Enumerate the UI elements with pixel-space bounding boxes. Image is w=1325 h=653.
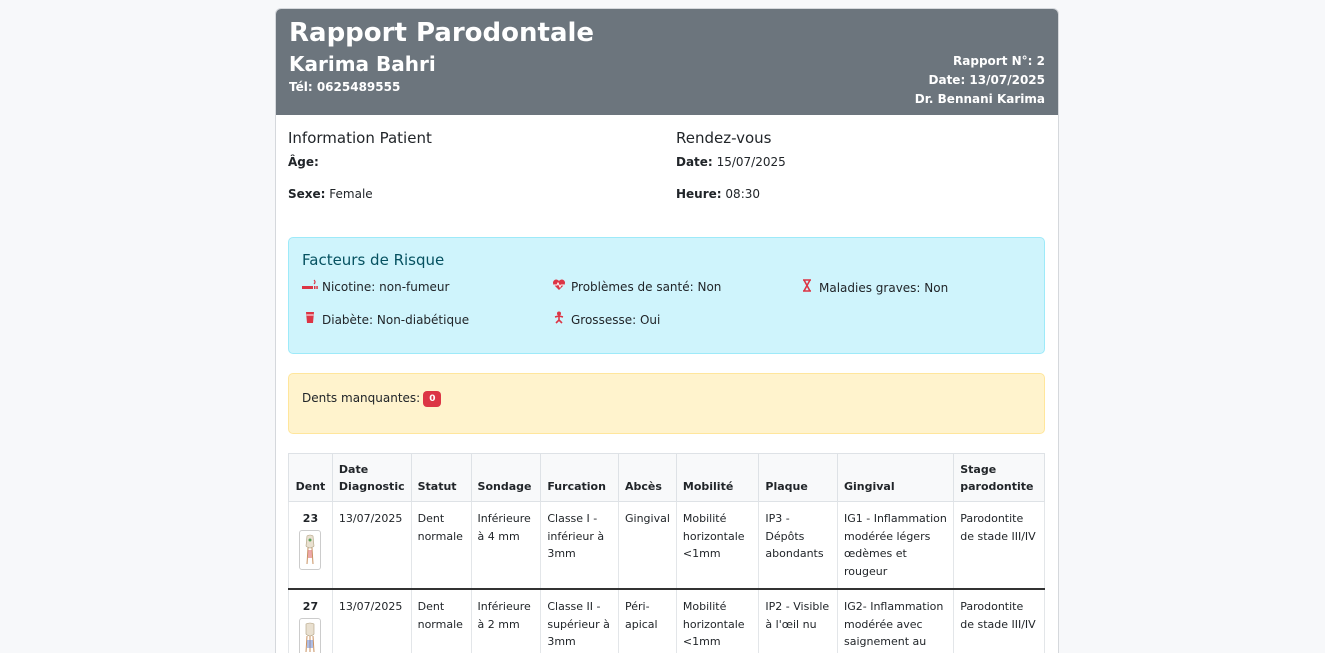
report-title: Rapport Parodontale [289, 18, 595, 48]
report-card: Rapport Parodontale Karima Bahri Tél: 06… [275, 8, 1059, 653]
col-header-mobilite: Mobilité [675, 453, 760, 502]
table-row: 23 13/07/2025 Dent normale Inférieure à … [288, 501, 1045, 590]
tooth-number: 27 [302, 600, 319, 613]
missing-teeth-row: Dents manquantes: 0 [302, 391, 442, 407]
report-number: Rapport N°: 2 [953, 54, 1045, 68]
risk-health: Problèmes de santé: Non [551, 279, 721, 295]
report-header: Rapport Parodontale Karima Bahri Tél: 06… [276, 9, 1058, 115]
sex-value: Female [329, 187, 373, 201]
cell-mobilite: Mobilité horizontale <1mm [675, 501, 760, 590]
cell-dent: 23 [288, 501, 333, 590]
col-header-sondage: Sondage [470, 453, 542, 502]
cell-gingival: IG2- Inflammation modérée avec saignemen… [836, 588, 955, 653]
cell-gingival: IG1 - Inflammation modérée légers œdèmes… [836, 501, 955, 590]
risk-factors-title: Facteurs de Risque [302, 251, 445, 269]
appointment-time: Heure: 08:30 [676, 187, 760, 201]
risk-factors-panel: Facteurs de Risque Nicotine: non-fumeur … [288, 237, 1045, 354]
patient-age: Âge: [288, 155, 319, 169]
missing-teeth-label: Dents manquantes: [302, 391, 421, 405]
report-date: Date: 13/07/2025 [928, 73, 1045, 87]
patient-sex: Sexe: Female [288, 187, 373, 201]
heart-pulse-icon [551, 279, 567, 295]
patient-info-title: Information Patient [288, 129, 432, 147]
cell-furcation: Classe II - supérieur à 3mm [540, 588, 619, 653]
cell-statut: Dent normale [410, 588, 472, 653]
appointment-title: Rendez-vous [676, 129, 772, 147]
report-meta: Rapport N°: 2 Date: 13/07/2025 Dr. Benna… [915, 52, 1045, 109]
tooth-image-icon[interactable] [299, 617, 322, 653]
cell-date: 13/07/2025 [331, 588, 412, 653]
cell-date: 13/07/2025 [331, 501, 412, 590]
teeth-table: Dent Date Diagnostic Statut Sondage Furc… [288, 453, 1045, 653]
cell-plaque: IP3 - Dépôts abondants [758, 501, 838, 590]
col-header-furcation: Furcation [540, 453, 619, 502]
glass-icon [302, 311, 318, 328]
cell-furcation: Classe I - inférieur à 3mm [540, 501, 619, 590]
risk-pregnancy: Grossesse: Oui [551, 311, 660, 328]
table-header-row: Dent Date Diagnostic Statut Sondage Furc… [288, 453, 1045, 502]
col-header-abces: Abcès [617, 453, 677, 502]
cell-abces: Péri-apical [617, 588, 677, 653]
missing-teeth-count-badge: 0 [423, 391, 442, 407]
cell-dent: 27 [288, 588, 333, 653]
pregnancy-icon [551, 311, 567, 328]
missing-teeth-panel: Dents manquantes: 0 [288, 373, 1045, 434]
appointment-date-value: 15/07/2025 [716, 155, 786, 169]
hourglass-icon [799, 279, 815, 296]
appointment-time-label: Heure: [676, 187, 722, 201]
age-label: Âge: [288, 155, 319, 169]
col-header-plaque: Plaque [758, 453, 838, 502]
cell-sondage: Inférieure à 2 mm [470, 588, 542, 653]
col-header-dent: Dent [288, 453, 333, 502]
patient-name: Karima Bahri [289, 52, 436, 76]
appointment-date-label: Date: [676, 155, 713, 169]
col-header-statut: Statut [410, 453, 472, 502]
doctor-name: Dr. Bennani Karima [914, 92, 1045, 106]
tooth-number: 23 [302, 512, 319, 525]
smoking-icon [302, 279, 318, 295]
risk-nicotine: Nicotine: non-fumeur [302, 279, 449, 295]
cell-mobilite: Mobilité horizontale <1mm [675, 588, 760, 653]
appointment-date: Date: 15/07/2025 [676, 155, 786, 169]
col-header-stage: Stage parodontite [953, 453, 1045, 502]
appointment-time-value: 08:30 [725, 187, 761, 201]
cell-stage: Parodontite de stade III/IV [953, 588, 1045, 653]
table-row: 27 13/07/2025 Dent normale Inférieure à … [288, 588, 1045, 653]
cell-plaque: IP2 - Visible à l'œil nu [758, 588, 838, 653]
col-header-gingival: Gingival [836, 453, 955, 502]
col-header-date: Date Diagnostic [331, 453, 412, 502]
tooth-image-icon[interactable] [299, 529, 322, 570]
cell-abces: Gingival [617, 501, 677, 590]
patient-phone: Tél: 0625489555 [289, 80, 401, 94]
cell-statut: Dent normale [410, 501, 472, 590]
cell-sondage: Inférieure à 4 mm [470, 501, 542, 590]
cell-stage: Parodontite de stade III/IV [953, 501, 1045, 590]
sex-label: Sexe: [288, 187, 326, 201]
risk-diabetes: Diabète: Non-diabétique [302, 311, 469, 328]
risk-serious-diseases: Maladies graves: Non [799, 279, 948, 296]
